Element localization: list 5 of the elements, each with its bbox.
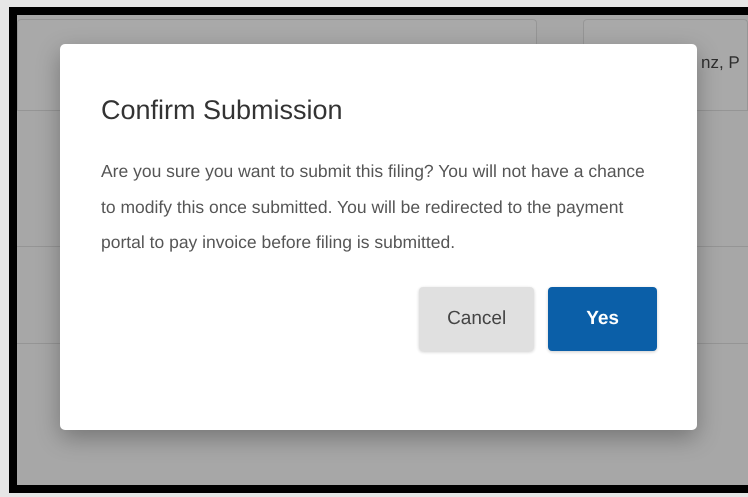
- yes-button[interactable]: Yes: [548, 286, 657, 350]
- card-text: nz, P: [701, 53, 740, 73]
- cancel-button[interactable]: Cancel: [419, 286, 534, 350]
- dialog-title: Confirm Submission: [101, 94, 344, 127]
- dialog-message: Are you sure you want to submit this filing? You will not have a chance to modify this once submitted. You will be redirected to the payment portal to pay invoice before filing is submitted.: [101, 160, 646, 254]
